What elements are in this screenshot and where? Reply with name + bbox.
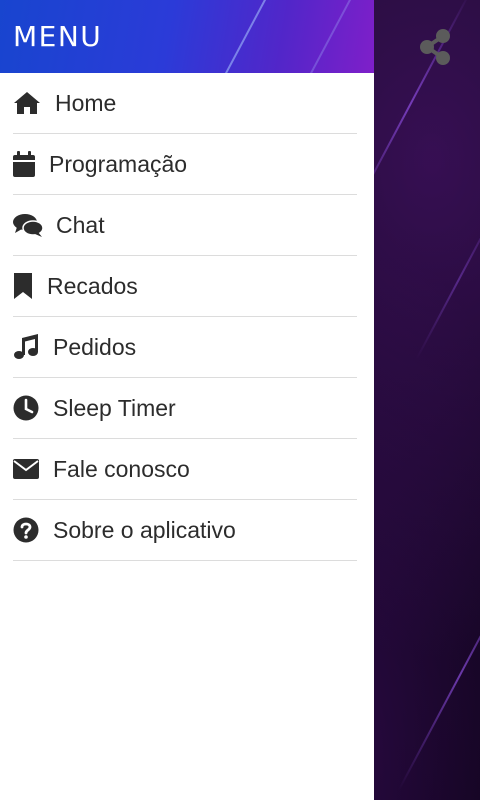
envelope-icon	[13, 455, 41, 483]
menu-item-chat[interactable]: Chat	[13, 195, 357, 256]
question-circle-icon	[13, 516, 41, 544]
menu-item-sobre-o-aplicativo[interactable]: Sobre o aplicativo	[13, 500, 357, 561]
app-screen: MENU Home Programação Chat Recados Pedid…	[0, 0, 480, 800]
background-light-streak	[397, 560, 480, 791]
menu-item-label: Home	[55, 89, 117, 116]
menu-item-label: Fale conosco	[53, 455, 190, 482]
background-light-streak	[415, 200, 480, 360]
menu-list: Home Programação Chat Recados Pedidos Sl…	[0, 73, 374, 561]
header-light-streak	[299, 0, 353, 73]
music-note-icon	[13, 333, 41, 361]
clock-icon	[13, 394, 41, 422]
calendar-icon	[13, 150, 37, 178]
menu-item-pedidos[interactable]: Pedidos	[13, 317, 357, 378]
menu-item-sleep-timer[interactable]: Sleep Timer	[13, 378, 357, 439]
share-button[interactable]	[413, 24, 457, 70]
drawer-title: MENU	[13, 20, 103, 53]
navigation-drawer: MENU Home Programação Chat Recados Pedid…	[0, 0, 374, 800]
menu-item-label: Chat	[56, 211, 105, 238]
menu-item-label: Recados	[47, 272, 138, 299]
chat-icon	[13, 211, 44, 239]
menu-item-home[interactable]: Home	[13, 73, 357, 134]
bookmark-icon	[13, 272, 35, 300]
menu-item-label: Sobre o aplicativo	[53, 516, 236, 543]
drawer-header: MENU	[0, 0, 374, 73]
menu-item-fale-conosco[interactable]: Fale conosco	[13, 439, 357, 500]
menu-item-label: Pedidos	[53, 333, 137, 360]
menu-item-recados[interactable]: Recados	[13, 256, 357, 317]
menu-item-label: Sleep Timer	[53, 394, 176, 421]
share-icon	[420, 29, 450, 65]
home-icon	[13, 89, 41, 117]
menu-item-label: Programação	[49, 150, 188, 177]
header-light-streak	[214, 0, 268, 73]
menu-item-programacao[interactable]: Programação	[13, 134, 357, 195]
